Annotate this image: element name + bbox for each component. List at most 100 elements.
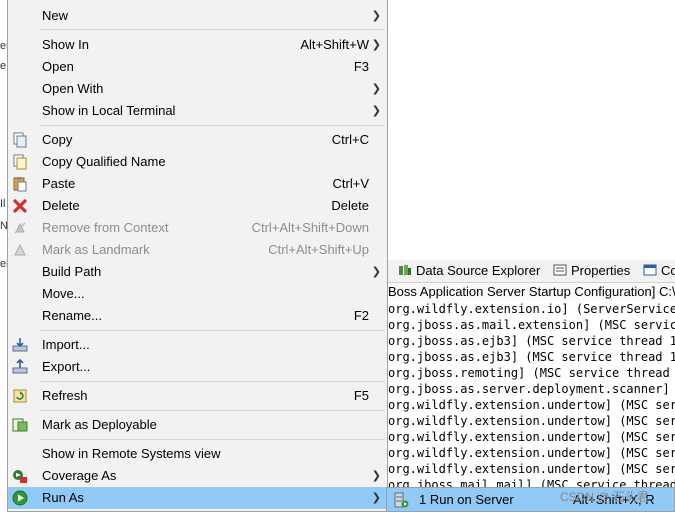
menu-item-show-in-local-terminal[interactable]: Show in Local Terminal ❯ bbox=[8, 100, 387, 122]
menu-item-shortcut: F5 bbox=[353, 388, 369, 403]
menu-item-open[interactable]: Open F3 bbox=[8, 56, 387, 78]
data-source-icon bbox=[399, 265, 411, 275]
menu-item-shortcut: F2 bbox=[353, 308, 369, 323]
menu-item-shortcut: Ctrl+Alt+Shift+Down bbox=[251, 220, 369, 235]
menu-item-label: New bbox=[42, 8, 69, 23]
console-line: org.wildfly.extension.undertow] (MSC ser… bbox=[388, 462, 675, 476]
menu-item-remove-from-context[interactable]: Remove from Context Ctrl+Alt+Shift+Down bbox=[8, 217, 387, 239]
menu-item-refresh[interactable]: Refresh F5 bbox=[8, 385, 387, 407]
deployable-icon bbox=[12, 418, 28, 432]
coverage-icon bbox=[13, 470, 27, 483]
server-run-icon bbox=[394, 492, 409, 508]
menu-item-export[interactable]: Export... bbox=[8, 356, 387, 378]
menu-separator bbox=[40, 439, 385, 440]
menu-item-shortcut: Ctrl+C bbox=[331, 132, 369, 147]
submenu-arrow-icon: ❯ bbox=[371, 83, 381, 95]
submenu-arrow-icon: ❯ bbox=[371, 10, 381, 22]
menu-separator bbox=[40, 330, 385, 331]
menu-item-shortcut: Alt+Shift+W bbox=[300, 37, 369, 52]
tab-console[interactable]: Co bbox=[643, 263, 675, 279]
tab-label: Co bbox=[661, 263, 675, 278]
menu-item-show-in-remote-systems-view[interactable]: Show in Remote Systems view bbox=[8, 443, 387, 465]
menu-item-label: Show in Remote Systems view bbox=[42, 446, 221, 461]
copy-icon bbox=[13, 132, 27, 148]
console-line: org.wildfly.extension.undertow] (MSC ser… bbox=[388, 446, 675, 460]
tab-data-source-explorer[interactable]: Data Source Explorer bbox=[398, 263, 540, 279]
menu-item-shortcut: Ctrl+V bbox=[332, 176, 369, 191]
menu-item-build-path[interactable]: Build Path ❯ bbox=[8, 261, 387, 283]
menu-item-copy-qualified-name[interactable]: Copy Qualified Name bbox=[8, 151, 387, 173]
menu-item-label: Export... bbox=[42, 359, 91, 374]
menu-separator bbox=[40, 381, 385, 382]
menu-item-label: Mark as Deployable bbox=[42, 417, 157, 432]
copy-qualified-icon bbox=[13, 154, 27, 170]
tab-properties[interactable]: Properties bbox=[553, 263, 630, 279]
menu-item-show-in[interactable]: Show In Alt+Shift+W ❯ bbox=[8, 34, 387, 56]
tab-label: Data Source Explorer bbox=[416, 263, 541, 278]
properties-icon bbox=[553, 264, 567, 276]
remove-context-icon bbox=[14, 222, 26, 234]
menu-item-label: Import... bbox=[42, 337, 90, 352]
console-line: org.jboss.remoting] (MSC service thread … bbox=[388, 366, 675, 380]
paste-icon bbox=[13, 177, 27, 192]
console-line: org.wildfly.extension.undertow] (MSC ser… bbox=[388, 398, 675, 412]
menu-item-label: Open With bbox=[42, 81, 104, 96]
import-icon bbox=[12, 338, 28, 352]
menu-item-run-as[interactable]: Run As ❯ bbox=[8, 487, 387, 509]
menu-item-copy[interactable]: Copy Ctrl+C bbox=[8, 129, 387, 151]
console-line: org.wildfly.extension.io] (ServerService… bbox=[388, 302, 675, 316]
menu-item-shortcut: F3 bbox=[353, 59, 369, 74]
strip-text-2: e bbox=[0, 60, 7, 72]
submenu-arrow-icon: ❯ bbox=[371, 39, 381, 51]
tab-label: Properties bbox=[571, 263, 631, 278]
refresh-icon bbox=[13, 389, 27, 403]
console-icon bbox=[643, 264, 657, 276]
submenu-arrow-icon: ❯ bbox=[371, 492, 381, 504]
submenu-arrow-icon: ❯ bbox=[371, 105, 381, 117]
menu-item-open-with[interactable]: Open With ❯ bbox=[8, 78, 387, 100]
menu-item-delete[interactable]: Delete Delete bbox=[8, 195, 387, 217]
menu-item-label: Copy Qualified Name bbox=[42, 154, 166, 169]
strip-text-3: Il bbox=[0, 198, 6, 210]
menu-item-mark-as-landmark[interactable]: Mark as Landmark Ctrl+Alt+Shift+Up bbox=[8, 239, 387, 261]
menu-item-label: Open bbox=[42, 59, 74, 74]
menu-item-label: Delete bbox=[42, 198, 80, 213]
submenu-arrow-icon: ❯ bbox=[371, 266, 381, 278]
menu-separator bbox=[40, 125, 385, 126]
menu-item-coverage-as[interactable]: Coverage As ❯ bbox=[8, 465, 387, 487]
delete-icon bbox=[13, 199, 27, 213]
landmark-icon bbox=[14, 243, 26, 256]
menu-item-label: Build Path bbox=[42, 264, 102, 279]
menu-item-label: Move... bbox=[42, 286, 85, 301]
menu-item-label: 1 Run on Server bbox=[419, 492, 514, 507]
submenu-arrow-icon: ❯ bbox=[371, 470, 381, 482]
menu-separator bbox=[40, 29, 385, 30]
console-line: org.wildfly.extension.undertow] (MSC ser… bbox=[388, 414, 675, 428]
console-output[interactable]: org.wildfly.extension.io] (ServerService… bbox=[388, 301, 675, 512]
console-title: Boss Application Server Startup Configur… bbox=[388, 283, 675, 300]
menu-item-move[interactable]: Move... bbox=[8, 283, 387, 305]
menu-item-rename[interactable]: Rename... F2 bbox=[8, 305, 387, 327]
menu-item-label: Coverage As bbox=[42, 468, 117, 483]
menu-item-label: Remove from Context bbox=[42, 220, 169, 235]
watermark: CSDN @ 石头君 bbox=[560, 490, 649, 504]
menu-item-label: Copy bbox=[42, 132, 73, 147]
menu-item-label: Paste bbox=[42, 176, 76, 191]
menu-item-new[interactable]: New ❯ bbox=[8, 5, 387, 27]
menu-item-mark-as-deployable[interactable]: Mark as Deployable bbox=[8, 414, 387, 436]
console-line: org.jboss.as.server.deployment.scanner] … bbox=[388, 382, 675, 396]
menu-item-import[interactable]: Import... bbox=[8, 334, 387, 356]
menu-item-shortcut: Delete bbox=[331, 198, 369, 213]
console-line: org.jboss.as.ejb3] (MSC service thread 1… bbox=[388, 350, 675, 364]
menu-item-label: Mark as Landmark bbox=[42, 242, 150, 257]
menu-item-label: Rename... bbox=[42, 308, 102, 323]
menu-item-label: Show in Local Terminal bbox=[42, 103, 176, 118]
console-line: org.wildfly.extension.undertow] (MSC ser… bbox=[388, 430, 675, 444]
menu-item-label: Show In bbox=[42, 37, 89, 52]
menu-item-shortcut: Ctrl+Alt+Shift+Up bbox=[268, 242, 369, 257]
menu-item-paste[interactable]: Paste Ctrl+V bbox=[8, 173, 387, 195]
menu-item-label: Run As bbox=[42, 490, 84, 505]
menu-separator bbox=[40, 410, 385, 411]
run-icon bbox=[12, 490, 28, 506]
console-line: org.jboss.as.mail.extension] (MSC servic… bbox=[388, 318, 675, 332]
